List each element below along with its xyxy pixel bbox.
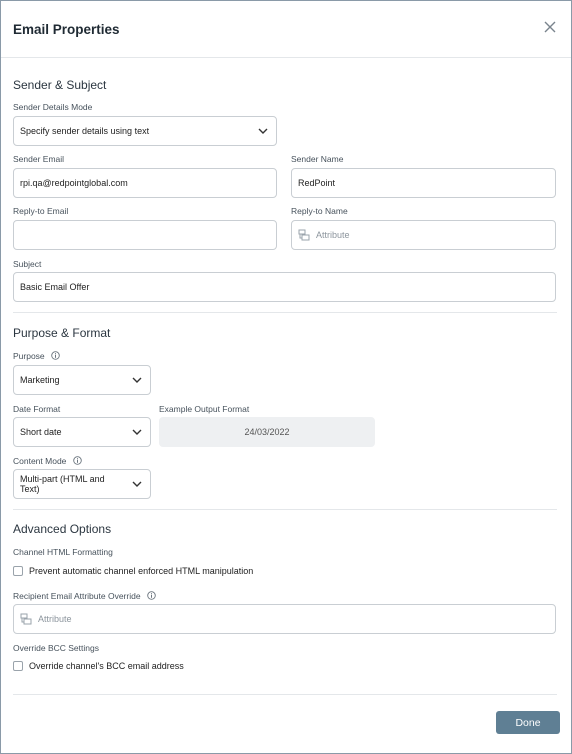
override-bcc-checkbox-label: Override channel's BCC email address <box>29 661 184 671</box>
override-bcc-settings-label: Override BCC Settings <box>13 643 99 653</box>
section-sender-subject-heading: Sender & Subject <box>13 78 107 92</box>
reply-to-name-label: Reply-to Name <box>291 206 348 216</box>
attribute-icon <box>298 229 310 241</box>
sender-email-value: rpi.qa@redpointglobal.com <box>20 178 128 188</box>
reply-to-name-attribute-field[interactable]: Attribute <box>291 220 556 250</box>
sender-name-label: Sender Name <box>291 154 344 164</box>
sender-details-mode-label: Sender Details Mode <box>13 102 93 112</box>
example-output-format-field: 24/03/2022 <box>159 417 375 447</box>
info-icon[interactable] <box>51 351 60 360</box>
prevent-html-manipulation-label: Prevent automatic channel enforced HTML … <box>29 566 254 576</box>
purpose-label: Purpose <box>13 351 60 361</box>
attribute-icon <box>20 613 32 625</box>
purpose-label-text: Purpose <box>13 351 45 361</box>
done-button[interactable]: Done <box>496 711 560 734</box>
sender-name-value: RedPoint <box>298 178 336 188</box>
footer-divider <box>13 694 557 695</box>
content-mode-label: Content Mode <box>13 456 82 466</box>
dialog-header: Email Properties <box>1 1 571 58</box>
prevent-html-manipulation-checkbox-row[interactable]: Prevent automatic channel enforced HTML … <box>13 566 253 576</box>
divider <box>13 312 557 313</box>
sender-name-field[interactable]: RedPoint <box>291 168 556 198</box>
info-icon[interactable] <box>73 456 82 465</box>
reply-to-email-label: Reply-to Email <box>13 206 69 216</box>
sender-details-mode-select[interactable]: Specify sender details using text <box>13 116 277 146</box>
channel-html-formatting-label: Channel HTML Formatting <box>13 547 113 557</box>
example-output-format-label: Example Output Format <box>159 404 250 414</box>
recipient-email-override-attribute-field[interactable]: Attribute <box>13 604 556 634</box>
recipient-email-override-label: Recipient Email Attribute Override <box>13 591 156 601</box>
chevron-down-icon <box>258 128 268 134</box>
close-icon <box>544 21 556 33</box>
subject-field[interactable]: Basic Email Offer <box>13 272 556 302</box>
subject-label: Subject <box>13 259 42 269</box>
sender-email-field[interactable]: rpi.qa@redpointglobal.com <box>13 168 277 198</box>
section-purpose-format-heading: Purpose & Format <box>13 326 111 340</box>
sender-details-mode-value: Specify sender details using text <box>20 126 150 136</box>
email-properties-dialog: Email Properties Sender & Subject Sender… <box>0 0 572 754</box>
chevron-down-icon <box>132 429 142 435</box>
override-bcc-checkbox[interactable] <box>13 661 23 671</box>
chevron-down-icon <box>132 377 142 383</box>
override-bcc-checkbox-row[interactable]: Override channel's BCC email address <box>13 661 184 671</box>
info-icon[interactable] <box>147 591 156 600</box>
close-button[interactable] <box>541 18 559 36</box>
content-mode-select[interactable]: Multi-part (HTML and Text) <box>13 469 151 499</box>
example-output-format-value: 24/03/2022 <box>244 427 290 437</box>
subject-value: Basic Email Offer <box>20 282 90 292</box>
recipient-email-override-label-text: Recipient Email Attribute Override <box>13 591 141 601</box>
divider <box>13 509 557 510</box>
recipient-email-override-placeholder: Attribute <box>38 614 72 624</box>
prevent-html-manipulation-checkbox[interactable] <box>13 566 23 576</box>
section-advanced-options-heading: Advanced Options <box>13 522 112 536</box>
date-format-label: Date Format <box>13 404 61 414</box>
dialog-title: Email Properties <box>13 22 120 37</box>
content-mode-label-text: Content Mode <box>13 456 67 466</box>
reply-to-name-placeholder: Attribute <box>316 230 350 240</box>
purpose-value: Marketing <box>20 375 60 385</box>
reply-to-email-field[interactable] <box>13 220 277 250</box>
date-format-value: Short date <box>20 427 62 437</box>
purpose-select[interactable]: Marketing <box>13 365 151 395</box>
date-format-select[interactable]: Short date <box>13 417 151 447</box>
chevron-down-icon <box>132 481 142 487</box>
content-mode-value: Multi-part (HTML and Text) <box>20 474 105 494</box>
sender-email-label: Sender Email <box>13 154 65 164</box>
